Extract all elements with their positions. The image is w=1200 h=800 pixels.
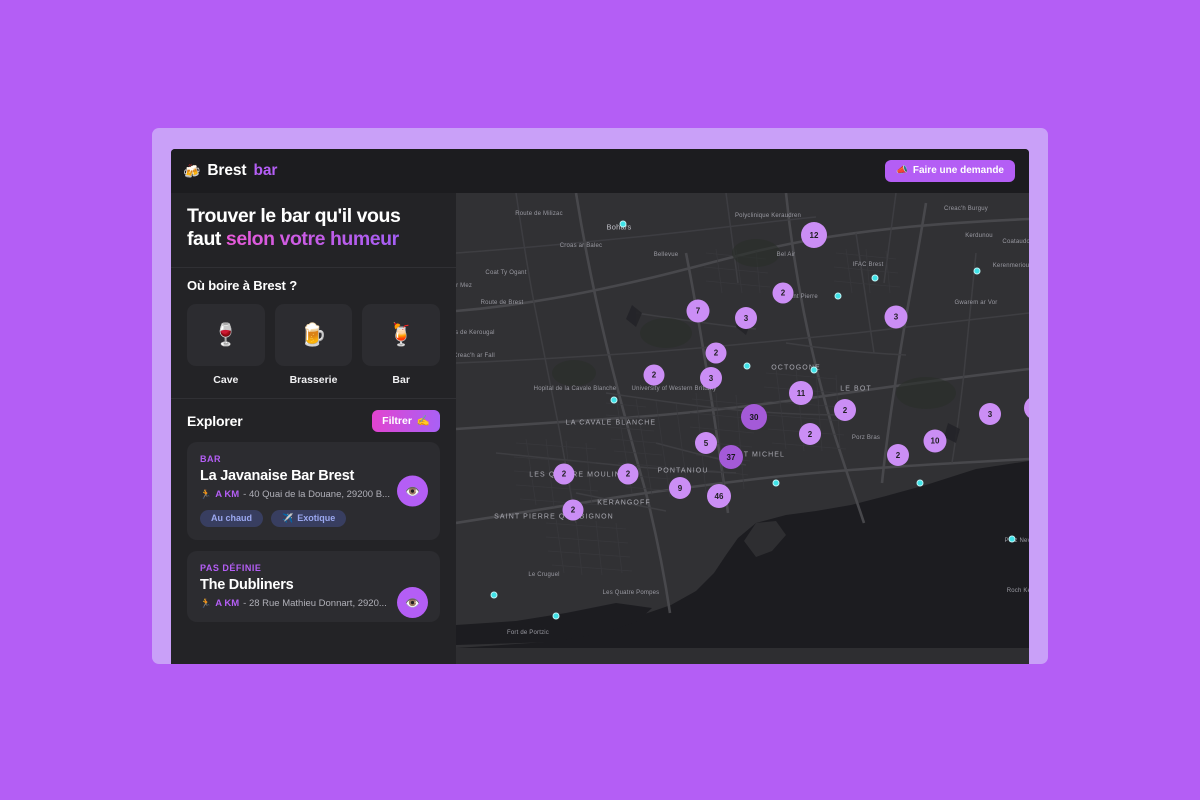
make-request-button[interactable]: 📣 Faire une demande [885, 160, 1015, 182]
category-bar-label: Bar [392, 374, 410, 386]
map-cluster-marker[interactable]: 2 [644, 365, 665, 386]
tag-chip[interactable]: ✈️ Exotique [271, 510, 346, 527]
map-point-marker[interactable] [835, 293, 842, 300]
app-window: 🍻 Brest bar 📣 Faire une demande Trouver … [171, 149, 1029, 664]
map-cluster-marker[interactable]: 2 [563, 500, 584, 521]
place-tags: Au chaud ✈️ Exotique [200, 510, 427, 527]
category-cave: 🍷 Cave [187, 304, 265, 386]
runner-icon: 🏃 [200, 598, 211, 609]
map-cluster-marker[interactable]: 3 [735, 307, 757, 329]
explorer-header: Explorer Filtrer ✍️ [171, 398, 456, 443]
place-meta: 🏃 A KM - 28 Rue Mathieu Donnart, 2920... [200, 598, 427, 609]
category-bar: 🍹 Bar [362, 304, 440, 386]
map-point-marker[interactable] [620, 221, 627, 228]
map-point-marker[interactable] [1009, 536, 1016, 543]
map-cluster-marker[interactable]: 3 [885, 306, 908, 329]
map-cluster-marker[interactable]: 2 [554, 464, 575, 485]
map-point-marker[interactable] [744, 363, 751, 370]
categories-title: Où boire à Brest ? [187, 278, 440, 293]
map-cluster-marker[interactable]: 11 [789, 381, 813, 405]
eye-icon: 👁️ [405, 596, 420, 610]
map-cluster-marker[interactable]: 37 [719, 445, 743, 469]
map-point-marker[interactable] [872, 275, 879, 282]
view-place-button[interactable]: 👁️ [397, 587, 428, 618]
map-point-marker[interactable] [491, 592, 498, 599]
brand-logo[interactable]: 🍻 Brest bar [183, 162, 277, 180]
place-list[interactable]: BAR La Javanaise Bar Brest 🏃 A KM - 40 Q… [171, 442, 456, 664]
category-cave-card[interactable]: 🍷 [187, 304, 265, 366]
map-view[interactable]: BoharsBellevueCroas ar BalecCoat Ty Ogan… [456, 193, 1029, 664]
place-distance: A KM [215, 489, 239, 500]
hero-line-2-accent: selon votre humeur [226, 228, 399, 250]
make-request-label: Faire une demande [913, 166, 1004, 176]
map-cluster-marker[interactable]: 2 [773, 283, 794, 304]
sidebar: Trouver le bar qu'il vous faut selon vot… [171, 193, 456, 664]
pencil-icon: ✍️ [417, 416, 430, 427]
map-cluster-marker[interactable]: 2 [834, 399, 856, 421]
browser-frame: 🍻 Brest bar 📣 Faire une demande Trouver … [152, 128, 1048, 664]
brand-accent: bar [253, 162, 277, 180]
category-brasserie-label: Brasserie [290, 374, 338, 386]
tag-label: Exotique [297, 514, 335, 523]
map-cluster-marker[interactable]: 10 [924, 430, 947, 453]
filter-label: Filtrer [382, 416, 412, 427]
map-cluster-marker[interactable]: 2 [887, 444, 909, 466]
page-title: Trouver le bar qu'il vous faut selon vot… [187, 205, 440, 251]
map-cluster-marker[interactable]: 9 [669, 477, 691, 499]
hero-section: Trouver le bar qu'il vous faut selon vot… [171, 193, 456, 267]
map-point-marker[interactable] [974, 268, 981, 275]
map-point-marker[interactable] [811, 367, 818, 374]
place-address: - 28 Rue Mathieu Donnart, 2920... [243, 598, 387, 609]
place-kind: PAS DÉFINIE [200, 563, 427, 573]
category-row: 🍷 Cave 🍺 Brasserie 🍹 [187, 304, 440, 386]
view-place-button[interactable]: 👁️ [397, 476, 428, 507]
map-point-marker[interactable] [917, 480, 924, 487]
place-meta: 🏃 A KM - 40 Quai de la Douane, 29200 B..… [200, 489, 427, 500]
categories-section: Où boire à Brest ? 🍷 Cave 🍺 [171, 267, 456, 398]
category-brasserie-card[interactable]: 🍺 [275, 304, 353, 366]
content-split: Trouver le bar qu'il vous faut selon vot… [171, 193, 1029, 664]
category-bar-card[interactable]: 🍹 [362, 304, 440, 366]
airplane-icon: ✈️ [282, 514, 293, 523]
place-address: - 40 Quai de la Douane, 29200 B... [243, 489, 390, 500]
brand-name: Brest [207, 162, 246, 180]
map-cluster-marker[interactable]: 2 [618, 464, 639, 485]
tag-label: Au chaud [211, 514, 252, 523]
place-name: La Javanaise Bar Brest [200, 468, 427, 484]
beer-mug-icon: 🍺 [300, 324, 327, 346]
map-cluster-marker[interactable]: 46 [707, 484, 731, 508]
place-name: The Dubliners [200, 577, 427, 593]
list-item[interactable]: BAR La Javanaise Bar Brest 🏃 A KM - 40 Q… [187, 442, 440, 540]
map-point-marker[interactable] [773, 480, 780, 487]
map-cluster-marker[interactable]: 3 [700, 367, 722, 389]
category-cave-label: Cave [213, 374, 238, 386]
filter-button[interactable]: Filtrer ✍️ [372, 410, 440, 433]
map-cluster-marker[interactable]: 3 [979, 403, 1001, 425]
place-distance: A KM [215, 598, 239, 609]
hero-line-1: Trouver le bar qu'il vous [187, 205, 400, 227]
map-cluster-marker[interactable]: 7 [687, 300, 710, 323]
top-bar: 🍻 Brest bar 📣 Faire une demande [171, 149, 1029, 193]
place-kind: BAR [200, 454, 427, 464]
map-point-marker[interactable] [611, 397, 618, 404]
explorer-title: Explorer [187, 413, 243, 429]
hero-line-2-plain: faut [187, 228, 226, 250]
megaphone-icon: 📣 [896, 166, 908, 176]
map-cluster-marker[interactable]: 30 [741, 404, 767, 430]
runner-icon: 🏃 [200, 489, 211, 500]
category-brasserie: 🍺 Brasserie [275, 304, 353, 386]
map-point-marker[interactable] [553, 613, 560, 620]
tag-chip[interactable]: Au chaud [200, 510, 263, 527]
beer-mugs-icon: 🍻 [183, 164, 200, 178]
map-cluster-marker[interactable]: 12 [801, 222, 827, 248]
eye-icon: 👁️ [405, 484, 420, 498]
tropical-drink-icon: 🍹 [387, 324, 414, 346]
map-cluster-marker[interactable]: 2 [799, 423, 821, 445]
map-cluster-marker[interactable]: 2 [706, 343, 727, 364]
list-item[interactable]: PAS DÉFINIE The Dubliners 🏃 A KM - 28 Ru… [187, 551, 440, 622]
map-cluster-marker[interactable]: 5 [695, 432, 717, 454]
wine-glass-icon: 🍷 [212, 324, 239, 346]
